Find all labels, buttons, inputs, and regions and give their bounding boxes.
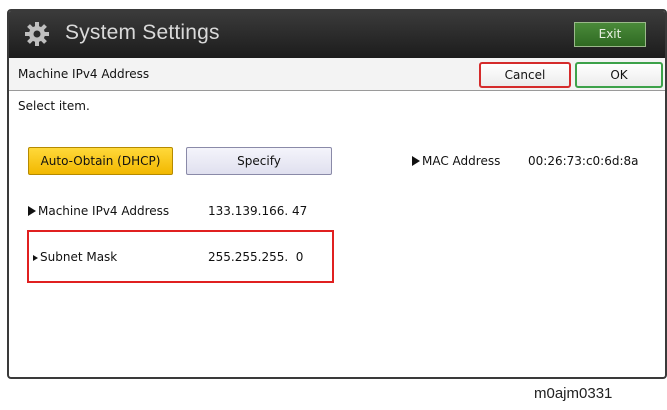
mac-address-label-text: MAC Address: [422, 154, 501, 168]
subnet-mask-highlight-box: [27, 230, 334, 283]
triangle-right-icon: [28, 206, 36, 216]
window-title: System Settings: [65, 21, 220, 44]
ipv4-address-value: 133.139.166. 47: [208, 204, 308, 218]
ipv4-address-label-text: Machine IPv4 Address: [38, 204, 170, 218]
settings-window: System Settings Exit Machine IPv4 Addres…: [7, 9, 667, 379]
triangle-right-icon: [412, 156, 420, 166]
instruction-text: Select item.: [18, 99, 90, 113]
ipv4-address-label: Machine IPv4 Address: [28, 204, 169, 218]
cancel-button[interactable]: Cancel: [479, 62, 571, 88]
mac-address-label: MAC Address: [412, 154, 500, 168]
figure-code-caption: m0ajm0331: [534, 385, 613, 402]
gear-icon: [25, 22, 49, 46]
specify-button[interactable]: Specify: [186, 147, 332, 175]
ok-button[interactable]: OK: [575, 62, 663, 88]
mac-address-value: 00:26:73:c0:6d:8a: [528, 154, 639, 168]
auto-obtain-dhcp-button[interactable]: Auto-Obtain (DHCP): [28, 147, 173, 175]
exit-button[interactable]: Exit: [574, 22, 646, 47]
title-bar: System Settings Exit: [9, 11, 665, 58]
page-title: Machine IPv4 Address: [18, 67, 150, 81]
subheader-bar: Machine IPv4 Address Cancel OK: [9, 58, 665, 91]
